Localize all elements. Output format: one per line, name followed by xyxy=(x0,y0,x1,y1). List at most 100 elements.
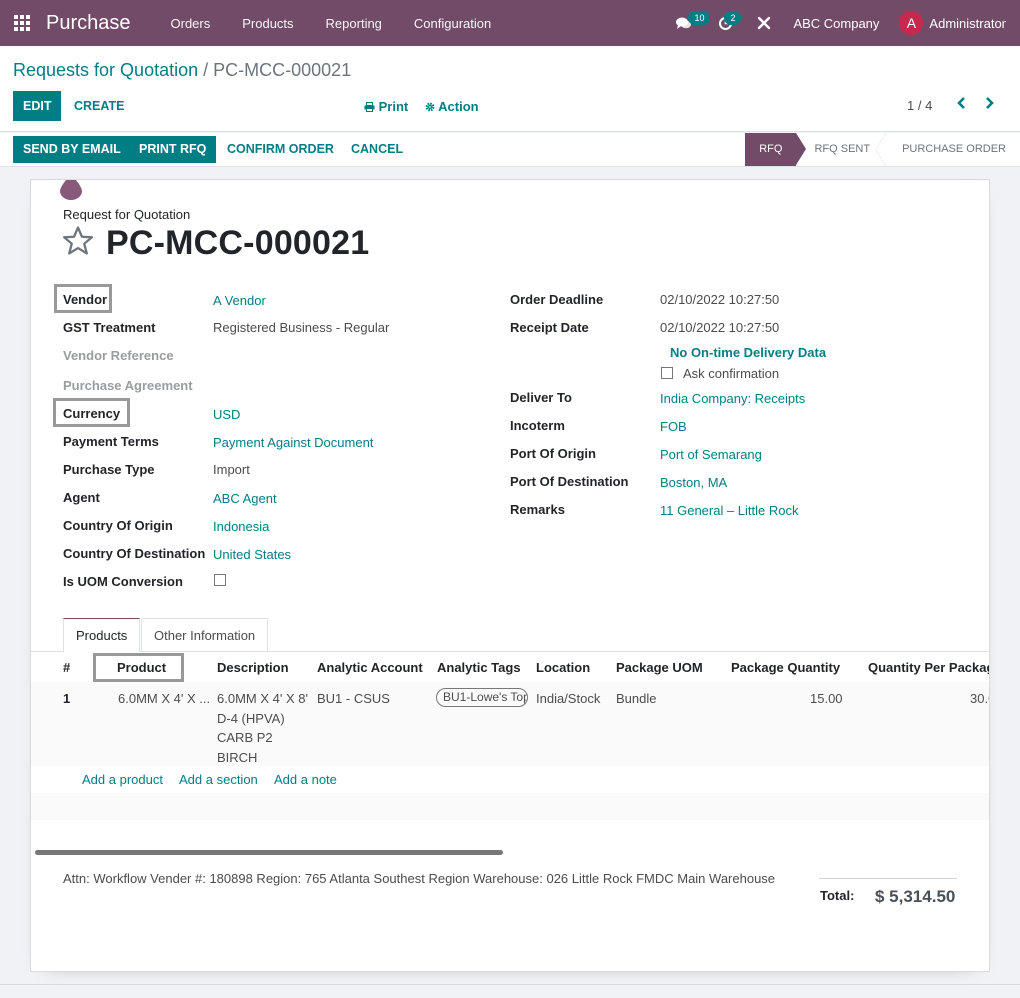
receipt-date-field[interactable]: 02/10/2022 10:27:50 xyxy=(660,320,779,335)
chevron-left-icon xyxy=(957,97,965,109)
port-of-origin-field[interactable]: Port of Semarang xyxy=(660,447,762,462)
port-of-destination-field[interactable]: Boston, MA xyxy=(660,475,727,490)
vendor-field[interactable]: A Vendor xyxy=(213,293,266,308)
ontime-delivery-button[interactable]: No On-time Delivery Data xyxy=(670,345,826,360)
chevron-right-icon xyxy=(986,97,994,109)
analytic-tag-badge[interactable]: BU1-Lowe's Top xyxy=(436,688,528,707)
gst-treatment-field[interactable]: Registered Business - Regular xyxy=(213,320,389,335)
menu-orders[interactable]: Orders xyxy=(155,16,227,31)
avatar[interactable]: A xyxy=(899,11,924,35)
purchase-agreement-label: Purchase Agreement xyxy=(63,378,193,393)
action-label: Action xyxy=(438,99,479,114)
send-by-email-button[interactable]: SEND BY EMAIL xyxy=(13,136,131,163)
menu-configuration[interactable]: Configuration xyxy=(398,16,507,31)
column-package-quantity[interactable]: Package Quantity xyxy=(731,660,840,675)
confirm-order-button[interactable]: CONFIRM ORDER xyxy=(217,136,344,163)
remarks-field[interactable]: 11 General – Little Rock xyxy=(660,503,799,518)
user-menu[interactable]: Administrator xyxy=(929,16,1006,31)
column-quantity-per-package[interactable]: Quantity Per Package xyxy=(868,660,989,675)
agent-label: Agent xyxy=(63,490,100,505)
country-of-destination-field[interactable]: United States xyxy=(213,547,291,562)
ask-confirmation-checkbox[interactable] xyxy=(661,367,673,379)
country-of-origin-field[interactable]: Indonesia xyxy=(213,519,269,534)
pager-next-button[interactable] xyxy=(985,96,995,115)
incoterm-label: Incoterm xyxy=(510,418,565,433)
row-description[interactable]: 6.0MM X 4' X 8' D-4 (HPVA) CARB P2 BIRCH xyxy=(217,689,308,767)
stage-purchase-order[interactable]: PURCHASE ORDER xyxy=(884,133,1020,166)
messaging-menu[interactable]: 10 xyxy=(676,0,711,46)
edit-button[interactable]: EDIT xyxy=(13,91,62,121)
systray: 10 2 ABC Company A Administrator xyxy=(666,0,1020,46)
deliver-to-field[interactable]: India Company: Receipts xyxy=(660,391,805,406)
breadcrumb-current: PC-MCC-000021 xyxy=(213,60,352,80)
star-icon[interactable] xyxy=(61,224,95,258)
debug-tools[interactable] xyxy=(757,0,771,46)
column-product[interactable]: Product xyxy=(117,660,166,675)
messages-badge: 10 xyxy=(688,11,711,25)
purchase-type-label: Purchase Type xyxy=(63,462,155,477)
column-description[interactable]: Description xyxy=(217,660,289,675)
port-of-origin-label: Port Of Origin xyxy=(510,446,596,461)
menu-reporting[interactable]: Reporting xyxy=(310,16,398,31)
activities-menu[interactable]: 2 xyxy=(718,0,742,46)
column-package-uom[interactable]: Package UOM xyxy=(616,660,703,675)
cancel-button[interactable]: CANCEL xyxy=(341,136,413,163)
country-of-origin-label: Country Of Origin xyxy=(63,518,173,533)
notebook-tabs: Products Other Information xyxy=(31,618,989,653)
add-note-link[interactable]: Add a note xyxy=(274,772,337,787)
stage-rfq[interactable]: RFQ xyxy=(745,133,807,166)
currency-label: Currency xyxy=(63,406,121,421)
description-line: 6.0MM X 4' X 8' xyxy=(217,691,308,706)
uom-conversion-checkbox[interactable] xyxy=(214,574,226,586)
total-amount: $ 5,314.50 xyxy=(875,887,956,906)
row-quantity-per-package[interactable]: 30.0 xyxy=(970,689,989,709)
stage-rfq-sent[interactable]: RFQ SENT xyxy=(796,133,886,166)
purchase-type-field[interactable]: Import xyxy=(213,462,250,477)
add-section-link[interactable]: Add a section xyxy=(179,772,258,787)
apps-menu-icon[interactable] xyxy=(14,15,30,31)
pager-value[interactable]: 1 / 4 xyxy=(907,98,932,113)
agent-field[interactable]: ABC Agent xyxy=(213,491,277,506)
create-button[interactable]: CREATE xyxy=(64,91,134,121)
column-analytic-tags[interactable]: Analytic Tags xyxy=(437,660,521,675)
horizontal-scrollbar[interactable] xyxy=(35,850,503,855)
form-subtitle: Request for Quotation xyxy=(63,207,191,222)
app-title[interactable]: Purchase xyxy=(46,12,131,35)
payment-terms-field[interactable]: Payment Against Document xyxy=(213,435,373,450)
row-number: 1 xyxy=(63,691,71,706)
receipt-date-label: Receipt Date xyxy=(510,320,589,335)
country-of-destination-label: Country Of Destination xyxy=(63,546,206,561)
action-menu[interactable]: Action xyxy=(425,99,479,114)
activities-badge: 2 xyxy=(724,11,742,25)
total-divider xyxy=(819,878,957,879)
row-package-uom[interactable]: Bundle xyxy=(616,689,656,709)
pager-previous-button[interactable] xyxy=(956,96,966,115)
breadcrumb-parent[interactable]: Requests for Quotation xyxy=(13,60,198,80)
column-number[interactable]: # xyxy=(63,660,70,675)
tab-other-information[interactable]: Other Information xyxy=(141,618,269,652)
total-label: Total: xyxy=(820,888,855,903)
tab-products[interactable]: Products xyxy=(63,618,141,653)
column-location[interactable]: Location xyxy=(536,660,590,675)
add-product-link[interactable]: Add a product xyxy=(82,772,163,787)
gst-treatment-label: GST Treatment xyxy=(63,320,156,335)
description-line: BIRCH xyxy=(217,749,258,765)
deliver-to-label: Deliver To xyxy=(510,390,572,405)
row-product[interactable]: 6.0MM X 4' X ... xyxy=(118,689,210,709)
row-package-quantity[interactable]: 15.00 xyxy=(810,689,843,709)
company-switcher[interactable]: ABC Company xyxy=(793,16,879,31)
table-row[interactable]: 1 6.0MM X 4' X ... 6.0MM X 4' X 8' D-4 (… xyxy=(31,682,989,767)
print-label: Print xyxy=(378,99,409,114)
print-menu[interactable]: Print xyxy=(364,99,408,114)
menu-products[interactable]: Products xyxy=(226,16,309,31)
status-bar: SEND BY EMAIL PRINT RFQ CONFIRM ORDER CA… xyxy=(0,133,1020,167)
row-location[interactable]: India/Stock xyxy=(536,689,600,709)
breadcrumb: Requests for Quotation / PC-MCC-000021 xyxy=(13,60,351,81)
incoterm-field[interactable]: FOB xyxy=(660,419,687,434)
order-deadline-field[interactable]: 02/10/2022 10:27:50 xyxy=(660,292,779,307)
currency-field[interactable]: USD xyxy=(213,407,240,422)
row-analytic-account[interactable]: BU1 - CSUS xyxy=(317,689,390,709)
vendor-label: Vendor xyxy=(63,292,108,307)
column-analytic-account[interactable]: Analytic Account xyxy=(317,660,423,675)
print-rfq-button[interactable]: PRINT RFQ xyxy=(129,136,217,163)
